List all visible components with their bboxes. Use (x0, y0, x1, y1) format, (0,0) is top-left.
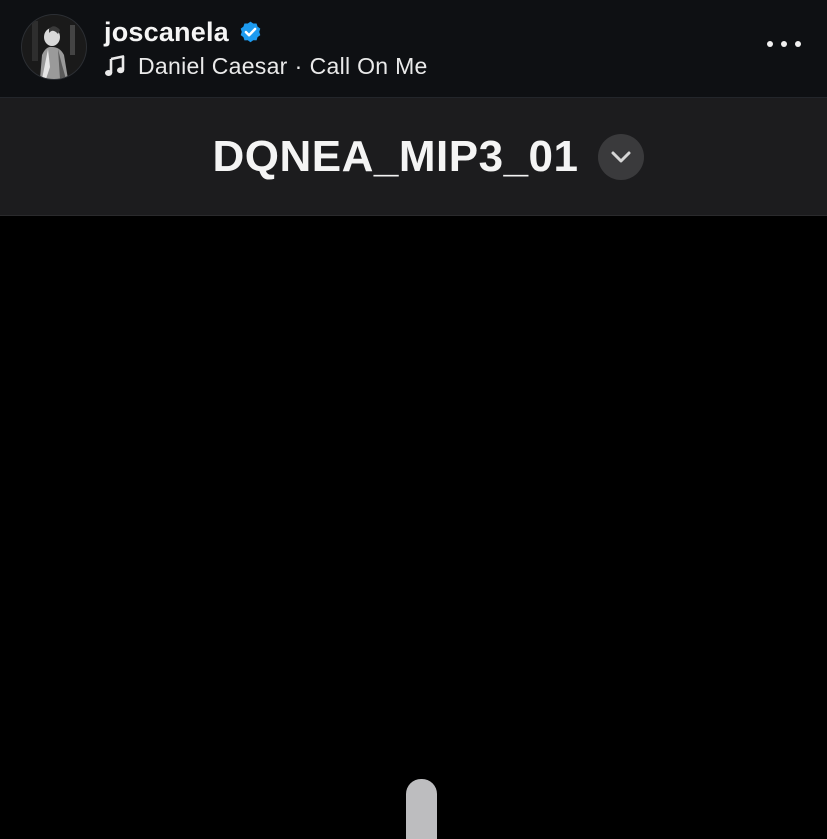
app-title-bar: DQNEA_MIP3_01 (0, 98, 827, 216)
chevron-down-icon (611, 151, 631, 163)
more-options-icon[interactable] (767, 34, 801, 54)
profile-photo (22, 15, 86, 79)
dot (781, 41, 787, 47)
verified-badge-icon (238, 20, 263, 45)
audio-attribution[interactable]: Daniel Caesar · Call On Me (104, 50, 428, 82)
avatar[interactable] (22, 15, 86, 79)
scroll-handle[interactable] (406, 779, 437, 839)
post-header: joscanela Daniel Caesar · Call On Me (0, 0, 827, 98)
audio-separator: · (294, 52, 303, 79)
dot (767, 41, 773, 47)
username-row: joscanela (104, 14, 263, 50)
title-dropdown-button[interactable] (598, 134, 645, 180)
title-dropdown[interactable]: DQNEA_MIP3_01 (0, 98, 827, 216)
audio-song: Call On Me (309, 52, 428, 79)
document-title[interactable]: DQNEA_MIP3_01 (213, 132, 579, 182)
music-note-icon (104, 55, 126, 77)
dot (795, 41, 801, 47)
audio-artist: Daniel Caesar (138, 52, 288, 79)
username[interactable]: joscanela (104, 17, 229, 48)
content-viewport (0, 216, 827, 839)
